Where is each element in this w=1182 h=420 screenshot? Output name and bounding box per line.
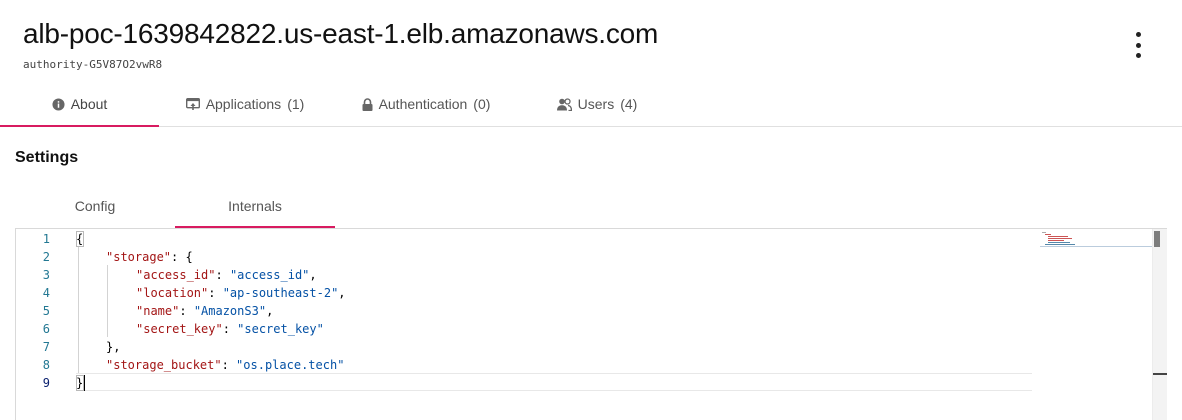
json-punctuation: ,	[309, 268, 317, 282]
tab-authentication-label: Authentication	[378, 96, 468, 112]
subtab-internals[interactable]: Internals	[175, 184, 335, 228]
line-number: 5	[42, 304, 50, 318]
line-number-gutter: 1 2 3 4 5 6 7 8 9	[16, 229, 64, 420]
code-area[interactable]: { "storage": { "access_id": "access_id",…	[76, 229, 1032, 420]
line-number: 6	[42, 322, 50, 336]
tab-users-count: (4)	[620, 96, 638, 112]
json-key: "access_id"	[136, 268, 216, 282]
users-icon	[556, 97, 572, 111]
code-line-1: {	[76, 230, 83, 248]
json-string: "os.place.tech"	[236, 358, 345, 372]
json-punctuation: ,	[338, 286, 346, 300]
tab-authentication[interactable]: Authentication (0)	[331, 82, 521, 126]
line-number: 4	[42, 286, 50, 300]
json-key: "secret_key"	[136, 322, 223, 336]
json-punctuation: ,	[266, 304, 274, 318]
code-line-4: "location": "ap-southeast-2",	[136, 284, 346, 302]
more-vert-icon[interactable]	[1126, 32, 1150, 58]
code-minimap[interactable]	[1040, 229, 1152, 249]
tab-users-label: Users	[577, 96, 615, 112]
lock-icon	[362, 97, 373, 111]
json-punctuation: : {	[171, 250, 193, 264]
json-key: "storage_bucket"	[106, 358, 222, 372]
main-tabs: About Applications (1) Authentication (0…	[0, 82, 1182, 127]
json-punctuation: }	[76, 376, 84, 390]
scrollbar-thumb[interactable]	[1154, 231, 1160, 247]
vertical-scrollbar[interactable]	[1152, 229, 1167, 420]
subtab-config[interactable]: Config	[15, 184, 175, 227]
tab-about-label: About	[70, 96, 108, 112]
code-line-8: "storage_bucket": "os.place.tech"	[106, 356, 344, 374]
json-string: "ap-southeast-2"	[222, 286, 339, 300]
line-number: 1	[42, 232, 50, 246]
line-number: 2	[42, 250, 50, 264]
tab-authentication-count: (0)	[473, 96, 491, 112]
json-editor[interactable]: 1 2 3 4 5 6 7 8 9 { "storage": { "access…	[15, 228, 1167, 420]
indent-guide	[78, 247, 79, 373]
json-punctuation: {	[76, 232, 84, 246]
json-string: "access_id"	[229, 268, 310, 282]
page-header: alb-poc-1639842822.us-east-1.elb.amazona…	[0, 0, 1182, 80]
code-line-6: "secret_key": "secret_key"	[136, 320, 324, 338]
info-icon	[52, 97, 65, 111]
text-cursor	[84, 375, 85, 391]
code-line-2: "storage": {	[106, 248, 193, 266]
code-line-7: },	[106, 338, 120, 356]
settings-title: Settings	[15, 149, 79, 166]
tab-users[interactable]: Users (4)	[521, 82, 673, 126]
authority-id: authority-G5V87O2vwR8	[23, 58, 163, 71]
applications-icon	[185, 97, 200, 111]
line-number: 7	[42, 340, 50, 354]
tab-applications-count: (1)	[287, 96, 305, 112]
json-key: "location"	[136, 286, 209, 300]
code-line-3: "access_id": "access_id",	[136, 266, 317, 284]
line-number: 8	[42, 358, 50, 372]
json-punctuation: :	[208, 286, 223, 300]
cursor-position-marker	[1153, 373, 1167, 375]
tab-about[interactable]: About	[0, 82, 159, 127]
json-key: "name"	[136, 304, 180, 318]
code-line-9: }	[76, 374, 83, 392]
indent-guide	[107, 265, 108, 337]
json-punctuation: },	[106, 340, 121, 354]
page-title: alb-poc-1639842822.us-east-1.elb.amazona…	[23, 18, 659, 49]
json-string: "AmazonS3"	[193, 304, 267, 318]
json-string: "secret_key"	[237, 322, 324, 336]
json-punctuation: :	[179, 304, 194, 318]
line-number-current: 9	[42, 376, 50, 390]
tab-applications[interactable]: Applications (1)	[159, 82, 331, 126]
settings-subtabs: Config Internals	[15, 184, 1167, 228]
line-number: 3	[42, 268, 50, 282]
json-punctuation: :	[222, 322, 238, 336]
json-key: "storage"	[106, 250, 172, 264]
tab-applications-label: Applications	[205, 96, 282, 112]
json-punctuation: :	[221, 358, 237, 372]
code-line-5: "name": "AmazonS3",	[136, 302, 273, 320]
json-punctuation: :	[215, 268, 230, 282]
